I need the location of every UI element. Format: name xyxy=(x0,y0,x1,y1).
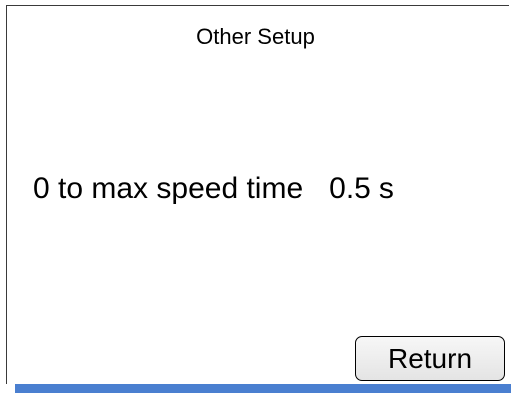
speed-time-setting-row: 0 to max speed time 0.5 s xyxy=(33,169,394,209)
page-title: Other Setup xyxy=(196,24,315,49)
return-button[interactable]: Return xyxy=(355,336,505,381)
other-setup-screen: Other Setup 0 to max speed time 0.5 s Re… xyxy=(0,0,511,393)
bottom-accent-bar xyxy=(15,384,511,393)
speed-time-label: 0 to max speed time xyxy=(33,172,304,205)
speed-time-unit: s xyxy=(378,172,394,205)
speed-time-value[interactable]: 0.5 xyxy=(329,172,371,206)
